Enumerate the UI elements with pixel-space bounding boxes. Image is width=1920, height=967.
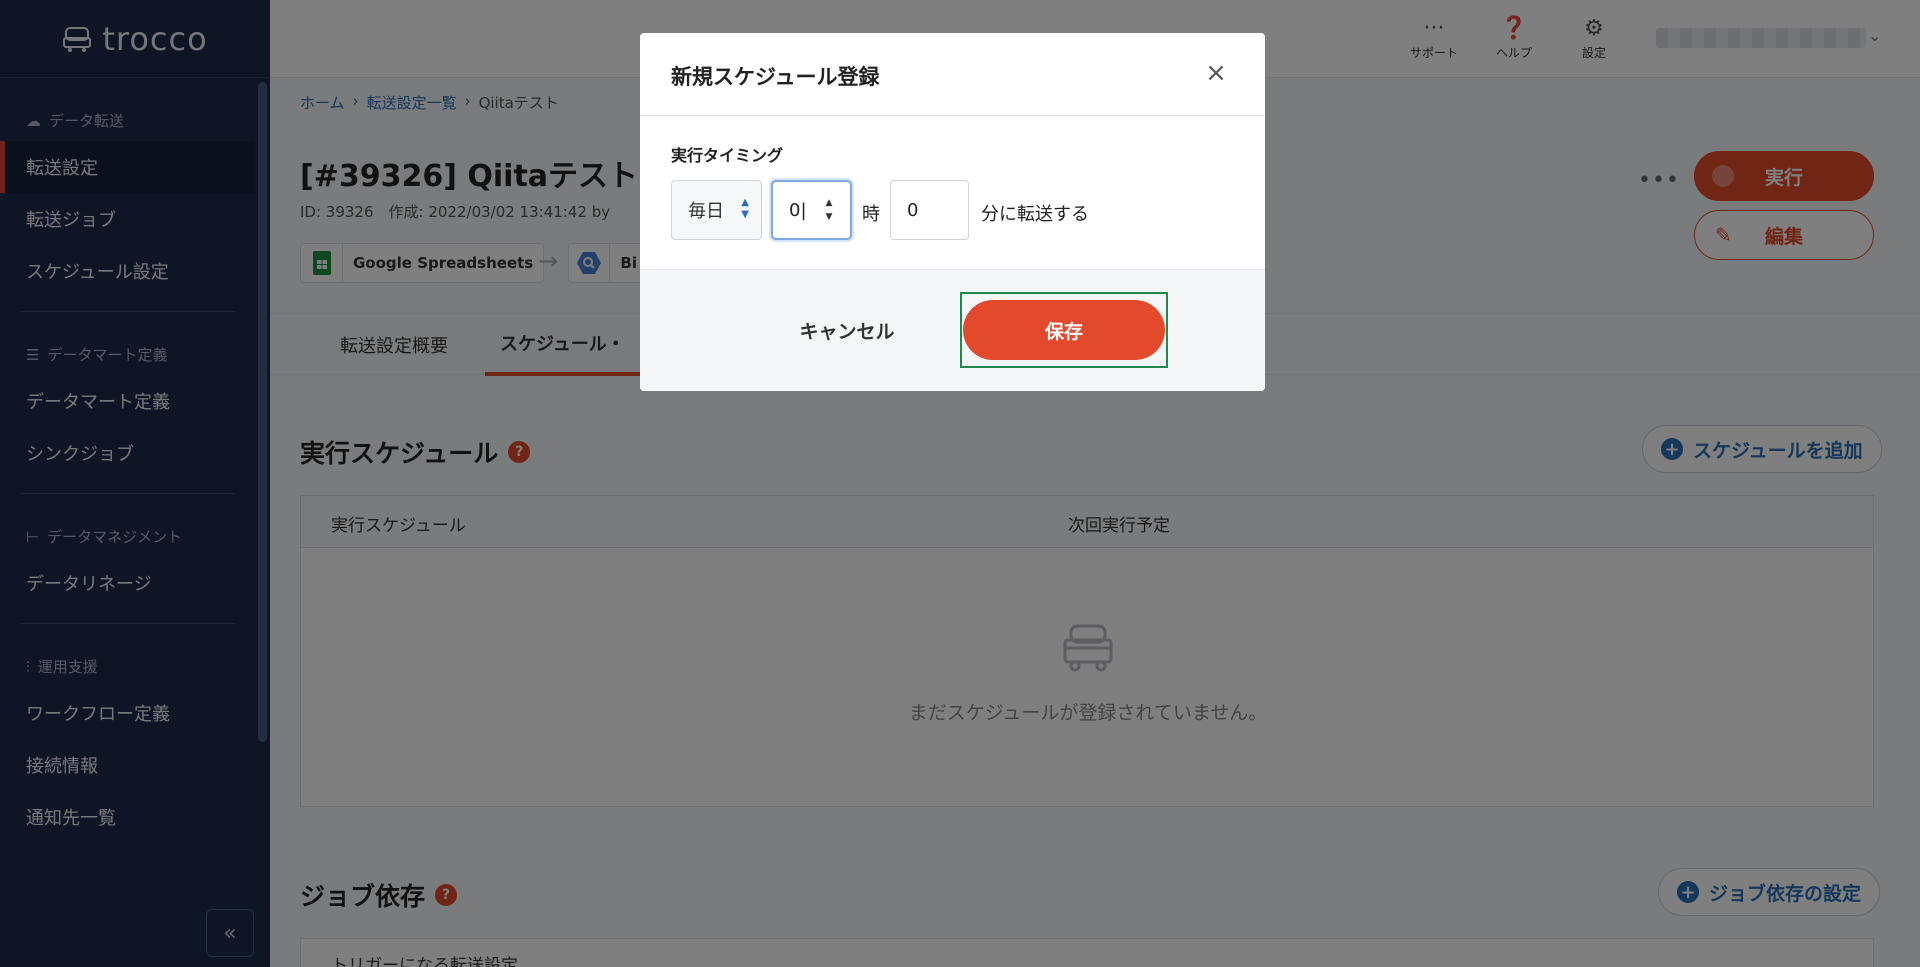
- hour-input[interactable]: 0 | ▲ ▼: [771, 180, 852, 240]
- new-schedule-modal: 新規スケジュール登録 × 実行タイミング 毎日 ▲ ▼ 0 | ▲ ▼ 時 0 分に転…: [640, 33, 1265, 391]
- save-button[interactable]: 保存: [963, 300, 1165, 360]
- modal-footer: キャンセル 保存: [640, 269, 1265, 391]
- modal-title: 新規スケジュール登録: [671, 65, 880, 89]
- minute-value: 0: [907, 199, 919, 221]
- frequency-select[interactable]: 毎日 ▲ ▼: [671, 180, 762, 240]
- modal-header: 新規スケジュール登録 ×: [640, 33, 1265, 116]
- minute-unit-label: 分に転送する: [981, 204, 1089, 225]
- hour-unit-label: 時: [862, 204, 880, 225]
- modal-body: 実行タイミング 毎日 ▲ ▼ 0 | ▲ ▼ 時 0 分に転送する: [640, 116, 1265, 269]
- timing-label: 実行タイミング: [671, 146, 784, 165]
- close-icon[interactable]: ×: [1200, 57, 1232, 89]
- frequency-value: 毎日: [688, 201, 724, 222]
- minute-input[interactable]: 0: [890, 180, 969, 240]
- hour-value: 0: [789, 199, 801, 221]
- select-arrows-icon: ▲ ▼: [741, 197, 749, 220]
- number-spinner-icon[interactable]: ▲ ▼: [822, 196, 836, 226]
- cancel-button[interactable]: キャンセル: [782, 300, 912, 360]
